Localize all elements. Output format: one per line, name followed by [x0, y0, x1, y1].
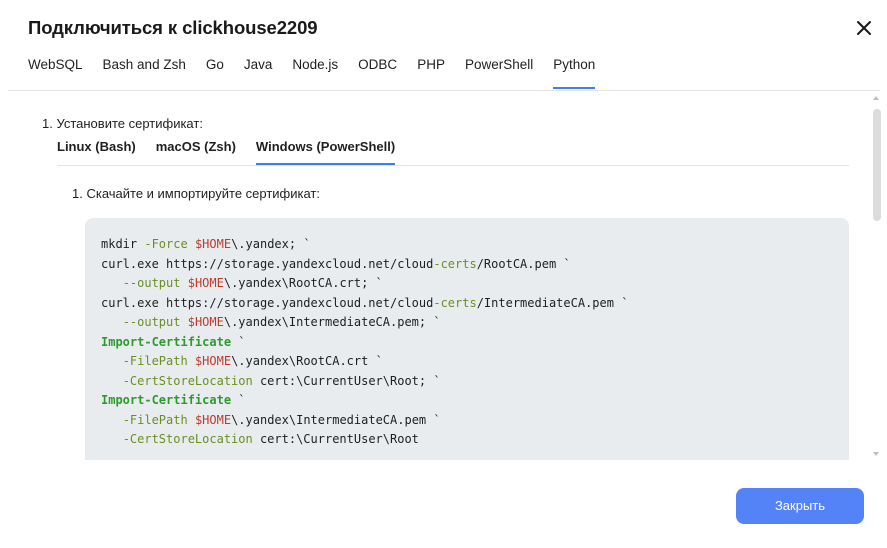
tab-odbc[interactable]: ODBC [358, 55, 397, 89]
code-token: -certs [433, 295, 477, 310]
code-token: ` [231, 334, 246, 349]
code-token: $HOME [194, 354, 232, 368]
code-token: curl.exe https://storage.yandexcloud.net… [101, 256, 434, 271]
tab-bash-and-zsh[interactable]: Bash and Zsh [103, 55, 186, 89]
code-line: -FilePath $HOME\.yandex\RootCA.crt ` [101, 352, 833, 372]
tab-nodejs[interactable]: Node.js [292, 55, 338, 89]
code-token: mkdir [101, 237, 145, 251]
code-line: -FilePath $HOME\.yandex\IntermediateCA.p… [101, 411, 833, 431]
tab-powershell[interactable]: PowerShell [465, 55, 533, 89]
code-token: \.yandex\RootCA.crt; ` [223, 276, 383, 290]
code-line: Import-Certificate ` [101, 391, 833, 411]
code-token: cert:\CurrentUser\Root [252, 432, 419, 446]
code-block[interactable]: mkdir -Force $HOME\.yandex; ` curl.exe ht… [85, 218, 849, 460]
scroll-down-arrow-icon[interactable] [873, 452, 879, 456]
connect-dialog: Подключиться к clickhouse2209 WebSQL Bas… [0, 0, 887, 548]
scrollbar-thumb[interactable] [873, 109, 881, 221]
tab-macos-zsh[interactable]: macOS (Zsh) [156, 139, 236, 165]
os-tabs-divider [57, 165, 849, 166]
code-line: curl.exe https://storage.yandexcloud.net… [101, 255, 833, 275]
dialog-content[interactable]: 1. Установите сертификат: Linux (Bash) m… [8, 91, 883, 460]
code-token: /IntermediateCA.pem ` [476, 295, 629, 310]
code-line: curl.exe https://storage.yandexcloud.net… [101, 294, 833, 314]
code-token: -Force [144, 237, 188, 251]
tab-websql[interactable]: WebSQL [28, 55, 83, 89]
code-token: \.yandex; ` [231, 237, 311, 251]
code-token: $HOME [187, 315, 224, 329]
dialog-title: Подключиться к clickhouse2209 [28, 17, 318, 38]
code-token: -CertStoreLocation [122, 373, 253, 388]
step-install-certificate: 1. Установите сертификат: [42, 116, 203, 131]
code-token: -FilePath [122, 354, 188, 368]
code-token: --output [122, 276, 181, 290]
tab-php[interactable]: PHP [417, 55, 445, 89]
close-dialog-button[interactable]: Закрыть [736, 488, 864, 524]
code-token: -FilePath [122, 412, 188, 427]
code-line: -CertStoreLocation cert:\CurrentUser\Roo… [101, 430, 833, 450]
code-token: curl.exe https://storage.yandexcloud.net… [101, 295, 434, 310]
code-line: --output $HOME\.yandex\RootCA.crt; ` [101, 274, 833, 294]
language-tabs: WebSQL Bash and Zsh Go Java Node.js ODBC… [28, 55, 615, 91]
close-button[interactable] [853, 17, 875, 39]
code-line: --output $HOME\.yandex\IntermediateCA.pe… [101, 313, 833, 333]
code-line: Import-Certificate ` [101, 333, 833, 353]
code-token: Import-Certificate [101, 393, 232, 407]
tab-python[interactable]: Python [553, 55, 596, 89]
os-tabs: Linux (Bash) macOS (Zsh) Windows (PowerS… [57, 139, 415, 165]
code-token: cert:\CurrentUser\Root; ` [252, 373, 441, 388]
code-line: mkdir -Force $HOME\.yandex; ` [101, 235, 833, 255]
code-token: \.yandex\RootCA.crt ` [231, 354, 383, 368]
code-token: $HOME [194, 412, 232, 427]
code-token: \.yandex\IntermediateCA.pem; ` [223, 315, 441, 329]
tab-go[interactable]: Go [206, 55, 224, 89]
code-line: -CertStoreLocation cert:\CurrentUser\Roo… [101, 372, 833, 392]
tab-java[interactable]: Java [244, 55, 273, 89]
code-token: $HOME [187, 276, 224, 290]
tab-linux-bash[interactable]: Linux (Bash) [57, 139, 136, 165]
close-icon [857, 21, 871, 35]
code-token: \.yandex\IntermediateCA.pem ` [231, 412, 441, 427]
code-token: Import-Certificate [101, 334, 232, 349]
code-token: ` [231, 393, 246, 407]
scroll-up-arrow-icon[interactable] [873, 96, 879, 100]
code-token: -certs [433, 256, 477, 271]
code-token: --output [122, 315, 181, 329]
substep-download-import: 1. Скачайте и импортируйте сертификат: [72, 186, 321, 201]
code-token: /RootCA.pem ` [476, 256, 571, 271]
code-token: $HOME [194, 237, 232, 251]
tab-windows-powershell[interactable]: Windows (PowerShell) [255, 139, 396, 165]
code-token: -CertStoreLocation [122, 432, 253, 446]
